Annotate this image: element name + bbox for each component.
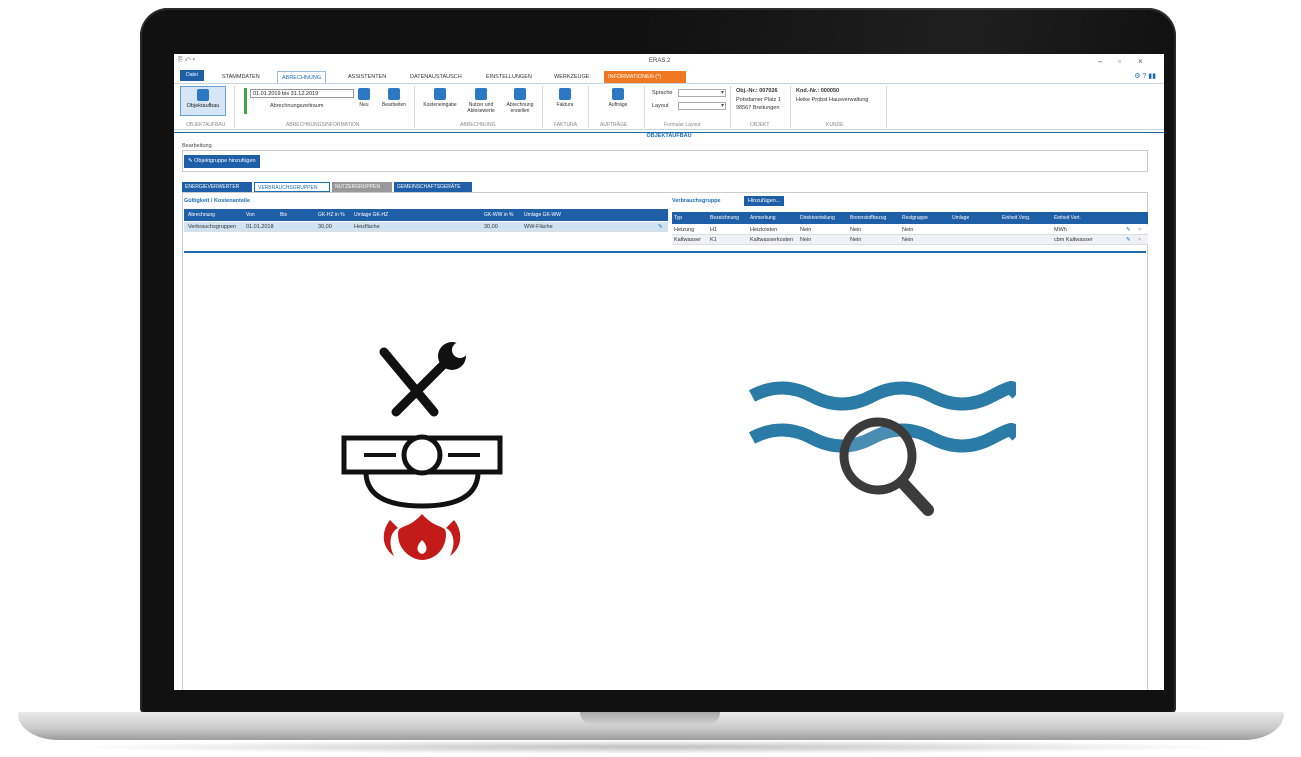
tab-werkzeuge[interactable]: WERKZEUGE: [550, 71, 593, 83]
kosteneingabe-button[interactable]: Kosteneingabe: [420, 88, 460, 108]
bearbeiten-button[interactable]: Bearbeiten: [378, 88, 410, 108]
tab-einstellungen[interactable]: EINSTELLUNGEN: [482, 71, 536, 83]
table-row[interactable]: Kaltwasser K1 Kaltwasserkosten Nein Nein…: [672, 235, 1148, 245]
delete-icon[interactable]: ×: [1138, 227, 1141, 233]
maximize-icon[interactable]: ▫: [1118, 57, 1121, 66]
close-icon[interactable]: ×: [1138, 57, 1143, 66]
title-bar: ⎘ ↶ ▾ ERAS 2 – ▫ ×: [174, 54, 1164, 66]
period-select[interactable]: 01.01.2019 bis 31.12.2019: [250, 89, 354, 98]
sprache-select[interactable]: [678, 89, 726, 97]
tab-nutzergruppen[interactable]: NUTZERGRUPPEN: [332, 182, 392, 192]
delete-icon[interactable]: ×: [1138, 237, 1141, 243]
user-icon: [475, 88, 487, 100]
edit-icon: [388, 88, 400, 100]
minimize-icon[interactable]: –: [1098, 57, 1102, 66]
table-row[interactable]: Verbrauchsgruppen 01.01.2018 30,00 Heizf…: [184, 222, 668, 232]
layout-select[interactable]: [678, 102, 726, 110]
water-search-icon: [748, 381, 1016, 516]
laptop-mockup: ⎘ ↶ ▾ ERAS 2 – ▫ × Datei STAMMDATEN ABRE…: [0, 0, 1301, 757]
nutzer-button[interactable]: Nutzer und Ablesewerte: [464, 88, 498, 114]
new-icon: [358, 88, 370, 100]
section-title: OBJEKTAUFBAU: [174, 132, 1164, 140]
customer-number: Knd.-Nr.: 000050: [796, 88, 840, 94]
period-label: Abrechnungszeitraum: [270, 103, 324, 109]
app-window: ⎘ ↶ ▾ ERAS 2 – ▫ × Datei STAMMDATEN ABRE…: [174, 54, 1164, 690]
tab-abrechnung[interactable]: ABRECHNUNG: [277, 71, 327, 83]
edit-icon[interactable]: ✎: [1126, 227, 1131, 233]
tab-datenaustausch[interactable]: DATENAUSTAUSCH: [406, 71, 466, 83]
ribbon-tabs: STAMMDATEN ABRECHNUNG ASSISTENTEN DATENA…: [174, 71, 1164, 83]
add-objektgruppe-button[interactable]: ✎ Objektgruppe hinzufügen: [184, 155, 260, 168]
tab-gemeinschaftsgeraete[interactable]: GEMEINSCHAFTSGERÄTE: [394, 182, 472, 192]
table-row[interactable]: Heizung H1 Heizkosten Nein Nein Nein MWh…: [672, 225, 1148, 235]
objektaufbau-button[interactable]: Objektaufbau: [180, 86, 226, 116]
right-grid-header: Typ Bezeichnung Anmerkung Direktverteilu…: [672, 212, 1148, 224]
clipboard-icon: [612, 88, 624, 100]
document-icon: [514, 88, 526, 100]
tab-energieverwerter[interactable]: ENERGIEVERWERTER: [182, 182, 252, 192]
abrechnung-erstellen-button[interactable]: Abrechnung erstellen: [502, 88, 538, 114]
auftraege-button[interactable]: Aufträge: [602, 88, 634, 108]
bearbeitung-label: Bearbeitung: [182, 143, 212, 149]
app-title: ERAS 2: [649, 58, 671, 64]
coins-icon: [434, 88, 446, 100]
building-icon: [197, 89, 209, 101]
ribbon: Objektaufbau 01.01.2019 bis 31.12.2019 A…: [174, 83, 1164, 130]
hinzufuegen-button[interactable]: Hinzufügen...: [744, 196, 785, 206]
tab-informationen[interactable]: INFORMATIONEN (*): [604, 71, 686, 83]
right-grid-title: Verbrauchsgruppe: [672, 198, 721, 204]
neu-button[interactable]: Neu: [356, 88, 372, 108]
left-grid-title: Gültigkeit / Kostenanteile: [184, 198, 251, 204]
faktura-button[interactable]: Faktura: [552, 88, 578, 108]
help-icon[interactable]: ⚙ ? ▮▮: [1134, 72, 1156, 80]
heating-tools-icon: [341, 342, 503, 560]
tab-stammdaten[interactable]: STAMMDATEN: [218, 71, 264, 83]
edit-icon[interactable]: ✎: [1126, 237, 1131, 243]
left-grid-header: Abrechnung Von Bis GK-HZ in % Umlage GK-…: [184, 209, 668, 221]
quick-access-icons[interactable]: ⎘ ↶ ▾: [178, 57, 195, 64]
tab-verbrauchsgruppen[interactable]: VERBRAUCHSGRUPPEN: [254, 182, 330, 192]
object-number: Obj.-Nr.: 007026: [736, 88, 778, 94]
tab-assistenten[interactable]: ASSISTENTEN: [344, 71, 390, 83]
edit-icon[interactable]: ✎: [658, 224, 663, 230]
invoice-icon: [559, 88, 571, 100]
